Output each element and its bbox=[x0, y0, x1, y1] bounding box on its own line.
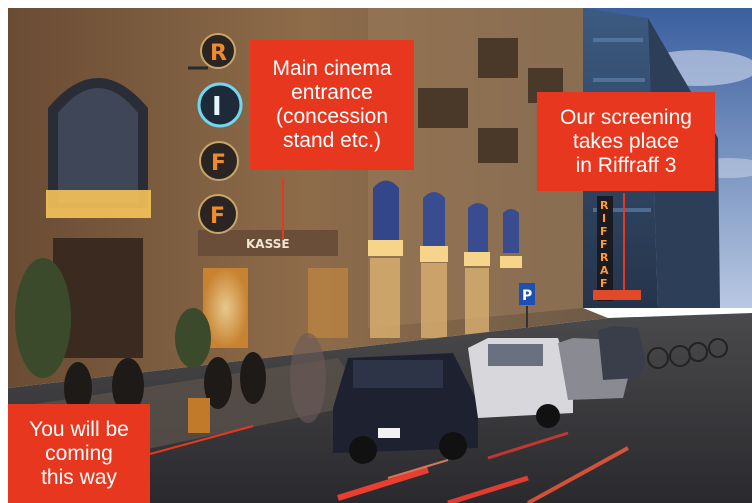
tree bbox=[15, 258, 71, 378]
neon-letter: F bbox=[600, 238, 608, 251]
callout-arrival-path: You will be coming this way bbox=[8, 404, 150, 503]
riffraff-canopy bbox=[593, 290, 641, 300]
neon-letter: I bbox=[602, 212, 606, 225]
neon-letter: R bbox=[600, 251, 609, 264]
neon-letter: F bbox=[600, 225, 608, 238]
arched-window-glass bbox=[58, 88, 138, 203]
sign-letter-f: F bbox=[210, 204, 225, 229]
neon-letter: R bbox=[600, 199, 609, 212]
sign-letter-r: R bbox=[210, 41, 227, 66]
neon-letter: F bbox=[600, 277, 608, 290]
neon-letter: A bbox=[600, 264, 609, 277]
callout-main-cinema-entrance: Main cinema entrance (concession stand e… bbox=[250, 40, 414, 170]
sign-letter-f: F bbox=[211, 151, 226, 176]
sign-letter-i: I bbox=[212, 92, 222, 122]
parking-letter: P bbox=[522, 288, 532, 304]
license-plate bbox=[378, 428, 400, 438]
planter bbox=[188, 398, 210, 433]
plant bbox=[175, 308, 211, 368]
callout-screening-location: Our screening takes place in Riffraff 3 bbox=[537, 92, 715, 191]
